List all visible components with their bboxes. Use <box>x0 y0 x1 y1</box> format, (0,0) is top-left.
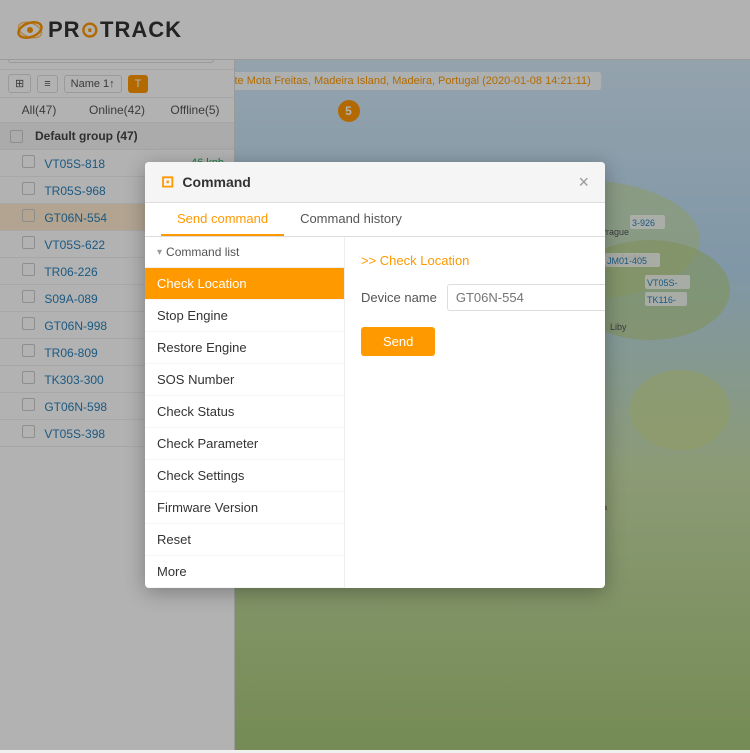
command-list-panel: ▾ Command list Check LocationStop Engine… <box>145 237 345 588</box>
command-item[interactable]: Reset <box>145 524 344 556</box>
modal-tabs: Send command Command history <box>145 203 605 237</box>
command-item[interactable]: Check Location <box>145 268 344 300</box>
tab-send-command[interactable]: Send command <box>161 203 284 236</box>
command-list-header: ▾ Command list <box>145 237 344 268</box>
send-button[interactable]: Send <box>361 327 435 356</box>
modal-body: ▾ Command list Check LocationStop Engine… <box>145 237 605 588</box>
modal-close-button[interactable]: × <box>578 173 589 191</box>
command-modal: ⊡ Command × Send command Command history… <box>145 162 605 588</box>
device-name-label: Device name <box>361 290 437 305</box>
command-item[interactable]: Check Settings <box>145 460 344 492</box>
check-location-link[interactable]: >> Check Location <box>361 253 605 268</box>
arrow-icon: ▾ <box>157 247 162 258</box>
modal-overlay[interactable]: ⊡ Command × Send command Command history… <box>0 0 750 750</box>
command-item[interactable]: Firmware Version <box>145 492 344 524</box>
command-items: Check LocationStop EngineRestore EngineS… <box>145 268 344 588</box>
command-right-panel: >> Check Location Device name Send <box>345 237 605 588</box>
device-name-row: Device name <box>361 284 605 311</box>
tab-command-history[interactable]: Command history <box>284 203 418 236</box>
modal-title: ⊡ Command <box>161 172 251 192</box>
terminal-icon: ⊡ <box>161 172 174 192</box>
modal-header: ⊡ Command × <box>145 162 605 203</box>
command-item[interactable]: SOS Number <box>145 364 344 396</box>
command-item[interactable]: Check Parameter <box>145 428 344 460</box>
device-name-input[interactable] <box>447 284 605 311</box>
command-item[interactable]: Restore Engine <box>145 332 344 364</box>
command-item[interactable]: Stop Engine <box>145 300 344 332</box>
command-item[interactable]: Check Status <box>145 396 344 428</box>
command-item[interactable]: More <box>145 556 344 588</box>
